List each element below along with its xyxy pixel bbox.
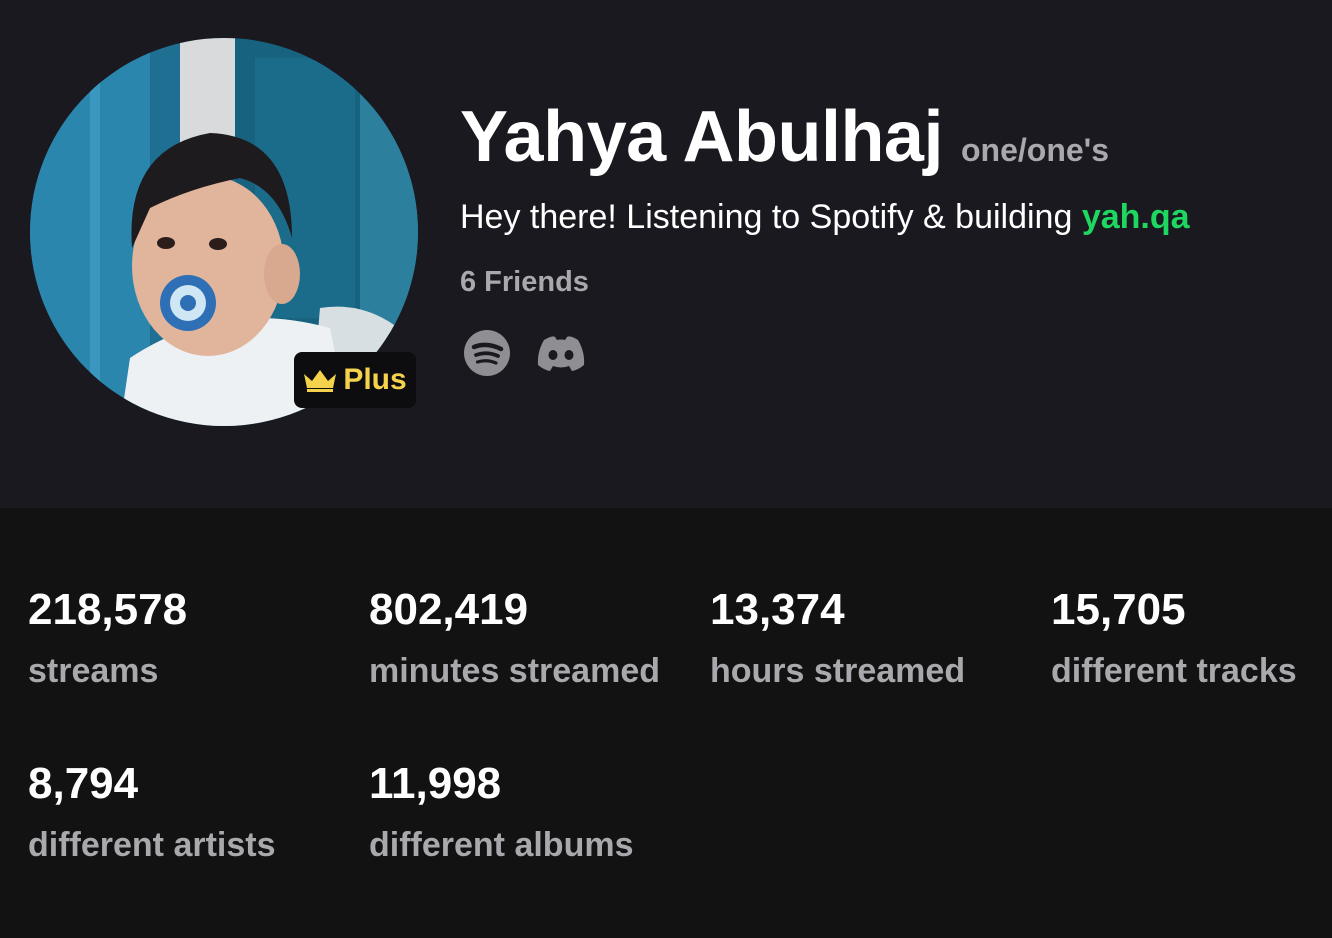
plus-label: Plus	[343, 363, 407, 396]
stat-value: 802,419	[369, 585, 529, 634]
stat-value: 13,374	[710, 585, 845, 634]
social-links	[462, 328, 588, 378]
stat-different-tracks: 15,705 different tracks	[1051, 585, 1297, 690]
stat-value: 8,794	[28, 759, 139, 808]
stat-label: hours streamed	[710, 652, 966, 690]
stat-label: different albums	[369, 826, 634, 864]
stat-value: 218,578	[28, 585, 188, 634]
stat-label: minutes streamed	[369, 652, 660, 690]
stat-streams: 218,578 streams	[28, 585, 188, 690]
discord-icon[interactable]	[534, 328, 588, 378]
name-row: Yahya Abulhaj one/one's	[460, 96, 1109, 178]
stat-label: different artists	[28, 826, 276, 864]
stat-minutes-streamed: 802,419 minutes streamed	[369, 585, 660, 690]
friends-count[interactable]: 6 Friends	[460, 266, 589, 299]
stat-label: different tracks	[1051, 652, 1297, 690]
profile-header: Plus Yahya Abulhaj one/one's Hey there! …	[0, 0, 1332, 508]
pronouns: one/one's	[960, 132, 1110, 168]
crown-icon	[304, 370, 337, 392]
stats-panel: 218,578 streams 802,419 minutes streamed…	[0, 508, 1332, 938]
stat-hours-streamed: 13,374 hours streamed	[710, 585, 966, 690]
spotify-icon[interactable]	[462, 328, 512, 378]
stat-different-albums: 11,998 different albums	[369, 759, 634, 864]
stat-value: 15,705	[1051, 585, 1186, 634]
stat-different-artists: 8,794 different artists	[28, 759, 276, 864]
bio-text: Hey there! Listening to Spotify & buildi…	[460, 198, 1082, 236]
profile-page: Plus Yahya Abulhaj one/one's Hey there! …	[0, 0, 1332, 938]
stat-value: 11,998	[369, 759, 502, 808]
display-name: Yahya Abulhaj	[460, 97, 943, 177]
bio-link[interactable]: yah.qa	[1082, 198, 1190, 236]
stat-label: streams	[28, 652, 159, 690]
plus-badge[interactable]: Plus	[294, 352, 416, 408]
bio: Hey there! Listening to Spotify & buildi…	[460, 198, 1190, 237]
